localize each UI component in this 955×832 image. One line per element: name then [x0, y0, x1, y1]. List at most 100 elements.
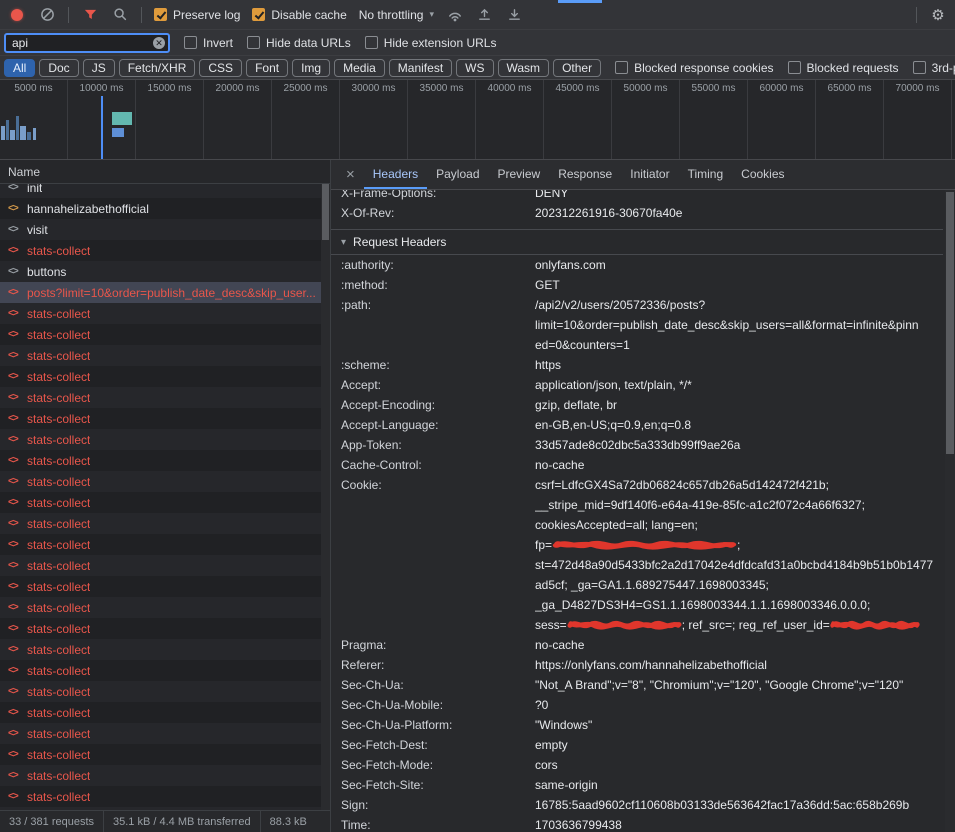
request-row[interactable]: <>stats-collect: [0, 723, 330, 744]
hide-data-urls-checkbox[interactable]: Hide data URLs: [247, 36, 351, 50]
request-row[interactable]: <>buttons: [0, 261, 330, 282]
request-row[interactable]: <>stats-collect: [0, 702, 330, 723]
detail-tab-cookies[interactable]: Cookies: [732, 160, 793, 189]
header-name: Referer:: [341, 655, 535, 675]
request-list-scrollbar[interactable]: [321, 184, 330, 810]
file-type-icon: <>: [8, 560, 21, 571]
file-type-icon: <>: [8, 413, 21, 424]
request-row[interactable]: <>stats-collect: [0, 345, 330, 366]
request-row[interactable]: <>init: [0, 184, 330, 198]
request-row[interactable]: <>stats-collect: [0, 492, 330, 513]
request-row[interactable]: <>stats-collect: [0, 240, 330, 261]
search-button[interactable]: [111, 6, 129, 24]
filter-chip-js[interactable]: JS: [83, 59, 115, 77]
header-name: Pragma:: [341, 635, 535, 655]
checkbox-blocked-requests[interactable]: Blocked requests: [788, 61, 899, 75]
record-button[interactable]: [8, 6, 26, 24]
details-scrollbar[interactable]: [945, 190, 955, 832]
throttling-value: No throttling: [359, 8, 424, 22]
header-name: Sec-Fetch-Mode:: [341, 755, 535, 775]
detail-tab-response[interactable]: Response: [549, 160, 621, 189]
header-row: App-Token:33d57ade8c02dbc5a333db99ff9ae2…: [331, 435, 943, 455]
request-row[interactable]: <>stats-collect: [0, 324, 330, 345]
filter-chip-manifest[interactable]: Manifest: [389, 59, 452, 77]
request-row[interactable]: <>stats-collect: [0, 471, 330, 492]
import-har-button[interactable]: [476, 6, 494, 24]
filter-chip-img[interactable]: Img: [292, 59, 330, 77]
hide-extension-urls-checkbox[interactable]: Hide extension URLs: [365, 36, 497, 50]
filter-chip-css[interactable]: CSS: [199, 59, 242, 77]
detail-tab-preview[interactable]: Preview: [489, 160, 550, 189]
header-name: :authority:: [341, 255, 535, 275]
scrollbar-thumb[interactable]: [946, 192, 954, 454]
name-column-header[interactable]: Name: [0, 160, 330, 184]
import-har-icon: [477, 7, 492, 22]
detail-tab-initiator[interactable]: Initiator: [621, 160, 678, 189]
request-row[interactable]: <>stats-collect: [0, 681, 330, 702]
filter-chip-font[interactable]: Font: [246, 59, 288, 77]
request-row[interactable]: <>stats-collect: [0, 555, 330, 576]
throttling-dropdown[interactable]: No throttling ▾: [359, 8, 434, 22]
detail-tab-payload[interactable]: Payload: [427, 160, 488, 189]
file-type-icon: <>: [8, 644, 21, 655]
request-row[interactable]: <>stats-collect: [0, 408, 330, 429]
preserve-log-checkbox[interactable]: Preserve log: [154, 8, 240, 22]
filter-input[interactable]: [4, 33, 170, 53]
checkbox-blocked-response-cookies[interactable]: Blocked response cookies: [615, 61, 773, 75]
header-name: :path:: [341, 295, 535, 355]
filter-chip-media[interactable]: Media: [334, 59, 385, 77]
request-row[interactable]: <>stats-collect: [0, 618, 330, 639]
header-name: Sec-Ch-Ua-Mobile:: [341, 695, 535, 715]
invert-checkbox[interactable]: Invert: [184, 36, 233, 50]
detail-tab-timing[interactable]: Timing: [679, 160, 733, 189]
filter-chip-fetch-xhr[interactable]: Fetch/XHR: [119, 59, 196, 77]
request-row[interactable]: <>stats-collect: [0, 387, 330, 408]
filter-button[interactable]: [81, 6, 99, 24]
request-row[interactable]: <>stats-collect: [0, 597, 330, 618]
request-row[interactable]: <>stats-collect: [0, 534, 330, 555]
filter-chip-wasm[interactable]: Wasm: [498, 59, 550, 77]
network-overview-timeline[interactable]: 5000 ms10000 ms15000 ms20000 ms25000 ms3…: [0, 80, 955, 160]
request-row[interactable]: <>stats-collect: [0, 786, 330, 807]
header-row: Cache-Control:no-cache: [331, 455, 943, 475]
checkbox-3rd-party-requests[interactable]: 3rd-party requests: [913, 61, 955, 75]
scrollbar-thumb[interactable]: [322, 184, 329, 240]
header-value: same-origin: [535, 775, 943, 795]
request-row[interactable]: <>stats-collect: [0, 744, 330, 765]
request-row[interactable]: <>visit: [0, 219, 330, 240]
header-row: :path:/api2/v2/users/20572336/posts?limi…: [331, 295, 943, 355]
request-row[interactable]: <>hannahelizabethofficial: [0, 198, 330, 219]
request-row[interactable]: <>stats-collect: [0, 576, 330, 597]
filter-chip-doc[interactable]: Doc: [39, 59, 78, 77]
request-row[interactable]: <>stats-collect: [0, 450, 330, 471]
request-headers-section-header[interactable]: ▾ Request Headers: [331, 229, 943, 255]
filter-chip-other[interactable]: Other: [553, 59, 601, 77]
detail-tab-headers[interactable]: Headers: [364, 160, 427, 189]
request-row[interactable]: <>posts?limit=10&order=publish_date_desc…: [0, 282, 330, 303]
request-row[interactable]: <>stats-collect: [0, 513, 330, 534]
request-row[interactable]: <>stats-collect: [0, 639, 330, 660]
request-name: stats-collect: [27, 538, 90, 552]
clear-button[interactable]: [38, 6, 56, 24]
close-details-button[interactable]: ×: [337, 166, 364, 183]
request-row[interactable]: <>stats-collect: [0, 303, 330, 324]
settings-gear-icon[interactable]: ⚙: [929, 6, 947, 24]
checkbox-unchecked-icon: [615, 61, 628, 74]
filter-chip-ws[interactable]: WS: [456, 59, 493, 77]
filter-chip-all[interactable]: All: [4, 59, 35, 77]
file-type-icon: <>: [8, 308, 21, 319]
disable-cache-checkbox[interactable]: Disable cache: [252, 8, 346, 22]
request-row[interactable]: <>stats-collect: [0, 429, 330, 450]
export-har-button[interactable]: [506, 6, 524, 24]
network-conditions-button[interactable]: [446, 6, 464, 24]
request-row[interactable]: <>stats-collect: [0, 660, 330, 681]
request-row[interactable]: <>stats-collect: [0, 765, 330, 786]
clear-filter-icon[interactable]: ✕: [153, 37, 165, 49]
file-type-icon: <>: [8, 728, 21, 739]
request-row[interactable]: <>stats-collect: [0, 366, 330, 387]
file-type-icon: <>: [8, 350, 21, 361]
network-main-area: Name <>init<>hannahelizabethofficial<>vi…: [0, 160, 955, 832]
request-name: stats-collect: [27, 454, 90, 468]
file-type-icon: <>: [8, 686, 21, 697]
request-name: stats-collect: [27, 370, 90, 384]
